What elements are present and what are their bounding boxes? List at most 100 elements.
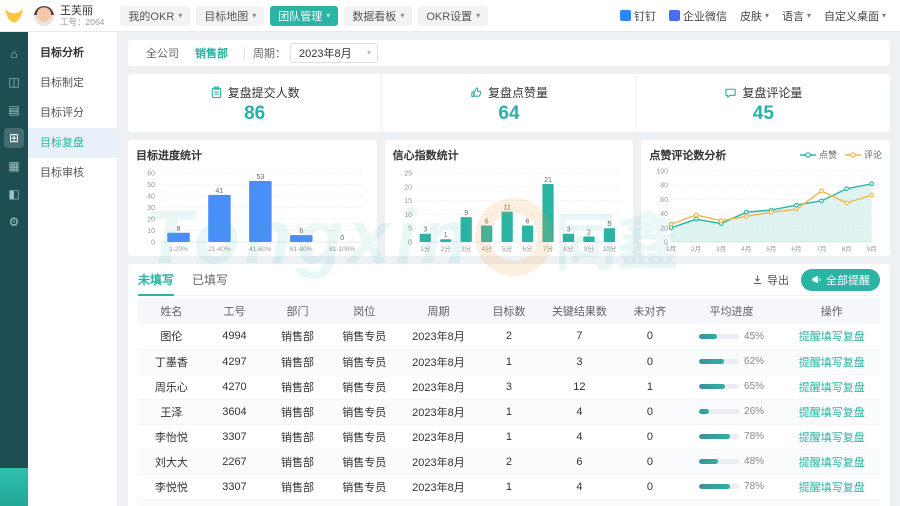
rail-item-home[interactable]: ⌂ — [4, 44, 24, 64]
table-row: 图伦4994销售部销售专员2023年8月27045%提醒填写复盘 — [138, 324, 880, 349]
chart-label: 6分 — [522, 244, 533, 253]
topbar-menu-language[interactable]: 语言▾ — [782, 8, 811, 24]
remind-row-link[interactable]: 提醒填写复盘 — [799, 432, 865, 444]
bar — [481, 225, 492, 242]
cell-post: 销售专员 — [331, 449, 398, 474]
remind-row-link[interactable]: 提醒填写复盘 — [799, 357, 865, 369]
sidebar: 目标分析 目标制定目标评分目标复盘目标审核 — [28, 32, 118, 506]
chevron-down-icon: ▾ — [765, 12, 769, 20]
chart-label: 6 — [299, 228, 303, 235]
cell-dept: 销售部 — [264, 399, 331, 424]
remind-row-link[interactable]: 提醒填写复盘 — [799, 457, 865, 469]
table-tab-not-filled[interactable]: 未填写 — [138, 264, 174, 296]
nav-tab-goal-map[interactable]: 目标地图▾ — [196, 6, 264, 26]
period-select[interactable]: 2023年8月 ▾ — [290, 43, 378, 63]
remind-row-link[interactable]: 提醒填写复盘 — [799, 407, 865, 419]
cell-name: 丁墨香 — [138, 349, 205, 374]
chart-label: 3 — [566, 227, 570, 234]
chevron-down-icon: ▾ — [807, 12, 811, 20]
download-icon — [752, 274, 763, 285]
table-tab-filled[interactable]: 已填写 — [192, 264, 228, 296]
scope-tab-sales-dept[interactable]: 销售部 — [187, 45, 236, 61]
topbar-menu-custom-desktop[interactable]: 自定义桌面▾ — [824, 8, 886, 24]
column-header: 未对齐 — [620, 298, 679, 324]
column-header: 操作 — [783, 298, 880, 324]
chart-label: 100 — [657, 169, 669, 176]
chart-label: 10 — [404, 212, 412, 219]
cell-unaligned: 0 — [620, 474, 679, 499]
rail-item-layers[interactable]: ◧ — [4, 184, 24, 204]
user-meta: 王芙丽 工号：2064 — [60, 5, 104, 27]
chart-label: 7月 — [817, 245, 827, 253]
dingtalk-icon — [620, 10, 631, 21]
chart-label: 40 — [661, 211, 669, 218]
charts-row: 目标进度统计010203040506081-20%4121-40%5341-60… — [128, 140, 890, 256]
nav-tab-my-okr[interactable]: 我的OKR▾ — [120, 6, 190, 26]
topbar-menu-skin[interactable]: 皮肤▾ — [740, 8, 769, 24]
cell-period: 2023年8月 — [398, 474, 480, 499]
sidebar-item-goal-review[interactable]: 目标复盘 — [28, 128, 117, 158]
cell-emp-id: 4270 — [205, 374, 264, 399]
table-row: 刘大大2267销售部销售专员2023年8月26048%提醒填写复盘 — [138, 449, 880, 474]
legend-item[interactable]: 评论 — [845, 148, 882, 161]
chart-head: 目标进度统计 — [136, 147, 369, 162]
table-row: 周乐心4270销售部销售专员2023年8月312165%提醒填写复盘 — [138, 374, 880, 399]
menu-label: 企业微信 — [683, 8, 727, 24]
cell-key-results: 8 — [539, 499, 621, 506]
legend-item[interactable]: 点赞 — [800, 148, 837, 161]
bar — [290, 235, 313, 242]
remind-row-link[interactable]: 提醒填写复盘 — [799, 482, 865, 494]
export-button[interactable]: 导出 — [752, 272, 789, 288]
rail-item-settings[interactable]: ⚙ — [4, 212, 24, 232]
app-root: 王芙丽 工号：2064 我的OKR▾目标地图▾团队管理▾数据看板▾OKR设置▾ … — [0, 0, 900, 506]
bar — [460, 217, 471, 242]
cell-unaligned: 0 — [620, 349, 679, 374]
cell-goals: 1 — [479, 399, 538, 424]
chevron-down-icon: ▾ — [367, 49, 371, 57]
progress-fill — [699, 359, 724, 364]
rail-item-org[interactable]: ◫ — [4, 72, 24, 92]
table-card: 未填写已填写 导出 全部提醒 — [128, 264, 890, 506]
export-label: 导出 — [767, 272, 789, 288]
bar — [583, 236, 594, 242]
sidebar-item-goal-scoring[interactable]: 目标评分 — [28, 98, 117, 128]
topbar-menu-dingtalk[interactable]: 钉钉 — [620, 8, 656, 24]
cell-dept: 销售部 — [264, 374, 331, 399]
chevron-down-icon: ▾ — [476, 12, 480, 20]
rail-item-doc[interactable]: ▤ — [4, 100, 24, 120]
bar — [167, 233, 190, 242]
progress-value: 78% — [744, 431, 764, 442]
cell-unaligned: 1 — [620, 374, 679, 399]
table-header-row: 姓名工号部门岗位周期目标数关键结果数未对齐平均进度操作 — [138, 298, 880, 324]
rail-item-monitor[interactable]: ▦ — [4, 156, 24, 176]
progress: 65% — [699, 381, 764, 392]
user-info[interactable]: 王芙丽 工号：2064 — [28, 5, 110, 27]
chart-label: 4分 — [481, 244, 492, 253]
rail-item-workbench[interactable]: ⊞ — [4, 128, 24, 148]
chart-label: 61-80% — [290, 246, 313, 253]
remind-all-button[interactable]: 全部提醒 — [801, 269, 880, 291]
legend-marker-icon — [845, 151, 861, 159]
app-logo[interactable] — [0, 6, 28, 26]
scope-tab-all-company[interactable]: 全公司 — [138, 45, 187, 61]
chart-label: 6 — [525, 218, 529, 225]
progress-track — [699, 359, 739, 364]
comment-icon — [724, 86, 737, 99]
progress-fill — [699, 334, 717, 339]
bar — [501, 212, 512, 242]
cell-unaligned: 0 — [620, 324, 679, 349]
data-point — [695, 213, 699, 217]
chevron-down-icon: ▾ — [326, 12, 330, 20]
cell-name: 图伦 — [138, 324, 205, 349]
cell-key-results: 4 — [539, 424, 621, 449]
sidebar-item-goal-making[interactable]: 目标制定 — [28, 68, 117, 98]
nav-tab-team-manage[interactable]: 团队管理▾ — [270, 6, 338, 26]
nav-tab-okr-settings[interactable]: OKR设置▾ — [418, 6, 488, 26]
topbar-menu-wecom[interactable]: 企业微信 — [669, 8, 727, 24]
cell-emp-id: 2267 — [205, 499, 264, 506]
remind-row-link[interactable]: 提醒填写复盘 — [799, 331, 865, 343]
sidebar-item-goal-audit[interactable]: 目标审核 — [28, 158, 117, 188]
nav-tab-data-board[interactable]: 数据看板▾ — [344, 6, 412, 26]
column-header: 岗位 — [331, 298, 398, 324]
remind-row-link[interactable]: 提醒填写复盘 — [799, 382, 865, 394]
